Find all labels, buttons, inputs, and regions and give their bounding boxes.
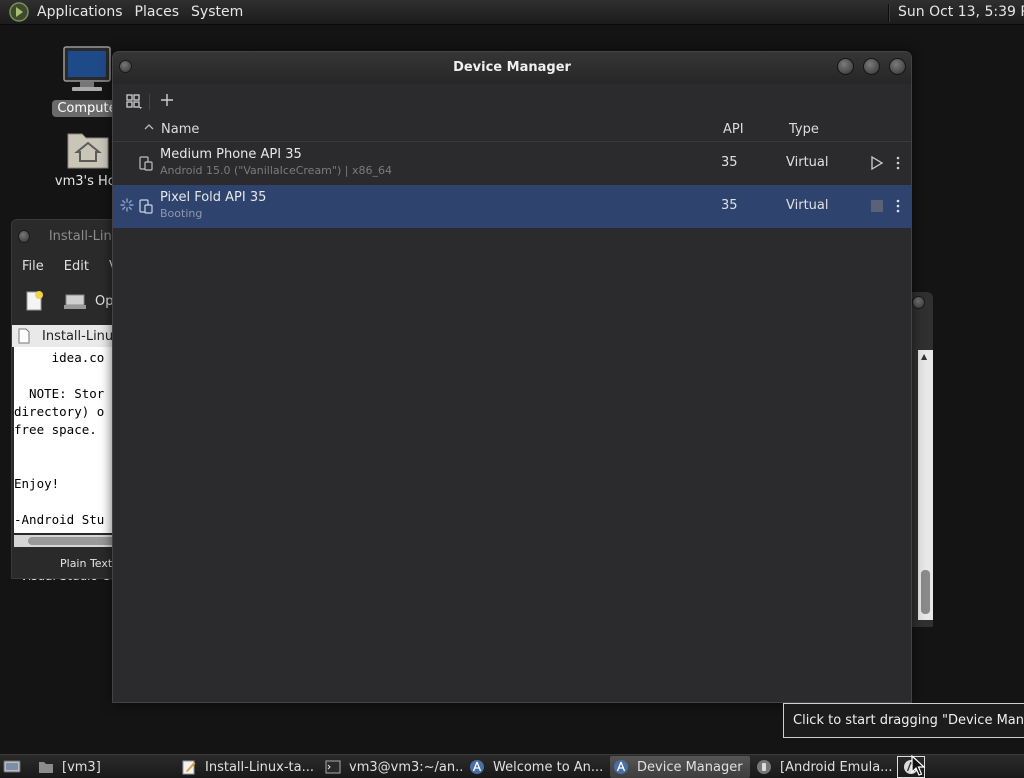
device-icon: [139, 199, 153, 214]
device-details: Android 15.0 ("VanillaIceCream") | x86_6…: [160, 164, 392, 177]
applications-menu[interactable]: Applications: [31, 0, 129, 25]
taskbar-label: Device Manager: [637, 759, 743, 775]
drag-tooltip: Click to start dragging "Device Manager": [783, 703, 1024, 738]
close-button[interactable]: [889, 58, 906, 75]
taskbar-label: [vm3]: [62, 759, 101, 775]
device-name: Pixel Fold API 35: [160, 190, 267, 205]
device-api: 35: [721, 198, 738, 213]
device-manager-window[interactable]: Device Manager Name API Type Medium Phon…: [112, 51, 912, 703]
document-icon: [18, 328, 30, 344]
device-row[interactable]: Medium Phone API 35 Android 15.0 ("Vanil…: [113, 142, 911, 185]
system-menu[interactable]: System: [185, 0, 249, 25]
taskbar-label: Install-Linux-ta...: [205, 759, 315, 775]
text-editor-window[interactable]: Install-Linu File Edit V Op Install-Linu…: [11, 219, 121, 579]
terminal-icon: [325, 760, 341, 774]
scrollbar-thumb[interactable]: [921, 570, 930, 614]
show-desktop-icon[interactable]: [3, 758, 21, 775]
device-table-header: Name API Type: [113, 117, 911, 142]
open-button-label[interactable]: Op: [95, 294, 113, 309]
scroll-up-arrow-icon[interactable]: ▲: [921, 352, 927, 361]
device-type: Virtual: [786, 155, 829, 170]
editor-document-tab[interactable]: Install-Linu: [12, 325, 120, 347]
editor-tab-label: Install-Linu: [42, 328, 114, 344]
clock[interactable]: Sun Oct 13, 5:39 PM: [898, 0, 1024, 25]
add-device-button[interactable]: [157, 89, 177, 111]
editor-title: Install-Linu: [48, 228, 120, 244]
editor-titlebar[interactable]: Install-Linu: [12, 220, 120, 252]
taskbar-item-text-editor[interactable]: Install-Linux-ta...: [181, 756, 319, 778]
home-folder-icon: [67, 133, 109, 169]
maximize-button[interactable]: [863, 58, 880, 75]
places-menu[interactable]: Places: [129, 0, 186, 25]
play-icon[interactable]: [870, 155, 884, 171]
distro-logo-icon[interactable]: [9, 2, 29, 22]
minimize-button[interactable]: [837, 58, 854, 75]
column-header-api[interactable]: API: [723, 122, 744, 137]
open-icon[interactable]: [63, 290, 87, 312]
mouse-cursor-icon: [911, 755, 926, 776]
device-grid-icon[interactable]: [124, 92, 144, 112]
android-studio-icon: [614, 760, 628, 774]
editor-statusbar: Plain Text: [12, 553, 120, 575]
editor-menubar: File Edit V: [12, 254, 120, 278]
editor-menu-edit[interactable]: Edit: [54, 259, 99, 274]
device-row-selected[interactable]: Pixel Fold API 35 Booting 35 Virtual: [113, 185, 911, 228]
more-options-icon[interactable]: [894, 153, 902, 173]
taskbar-label: [Android Emula...: [780, 759, 893, 775]
language-selector[interactable]: Plain Text: [60, 557, 112, 570]
editor-toolbar: Op: [12, 284, 120, 318]
android-studio-icon: [470, 760, 484, 774]
column-header-name[interactable]: Name: [161, 122, 199, 137]
taskbar-item-terminal[interactable]: vm3@vm3:~/an...: [325, 756, 463, 778]
computer-icon: [63, 46, 111, 91]
editor-horizontal-scrollbar[interactable]: [14, 535, 120, 547]
bottom-taskbar: [vm3] Install-Linux-ta... vm3@vm3:~/an..…: [0, 754, 1024, 778]
plus-icon: [161, 94, 173, 106]
taskbar-label: Welcome to An...: [493, 759, 604, 775]
folder-icon: [39, 762, 53, 773]
editor-text-area[interactable]: idea.co NOTE: Stor directory) o free spa…: [14, 347, 120, 533]
sort-ascending-icon[interactable]: [144, 123, 154, 131]
device-manager-titlebar[interactable]: Device Manager: [113, 52, 911, 84]
window-title: Device Manager: [453, 60, 571, 75]
emulator-icon: [757, 760, 771, 774]
panel-separator: [888, 4, 890, 22]
taskbar-label: vm3@vm3:~/an...: [349, 759, 463, 775]
taskbar-item-device-manager[interactable]: Device Manager: [610, 756, 750, 778]
window-menu-icon[interactable]: [119, 60, 132, 73]
device-api: 35: [721, 155, 738, 170]
vertical-scrollbar[interactable]: ▲: [918, 350, 933, 620]
scrollbar-thumb[interactable]: [28, 537, 118, 545]
toolbar-separator: [149, 94, 150, 110]
column-header-type[interactable]: Type: [789, 122, 819, 137]
text-editor-icon: [182, 760, 196, 775]
taskbar-item-files[interactable]: [vm3]: [38, 756, 168, 778]
device-name: Medium Phone API 35: [160, 147, 302, 162]
taskbar-item-emulator[interactable]: [Android Emula...: [756, 756, 894, 778]
top-panel: Applications Places System Sun Oct 13, 5…: [0, 0, 1024, 25]
device-manager-toolbar: [113, 85, 911, 117]
loading-spinner-icon: [120, 198, 134, 212]
stop-icon[interactable]: [870, 198, 884, 214]
device-status: Booting: [160, 207, 203, 220]
new-document-icon[interactable]: [23, 290, 45, 312]
device-type: Virtual: [786, 198, 829, 213]
editor-menu-file[interactable]: File: [12, 259, 54, 274]
taskbar-item-welcome[interactable]: Welcome to An...: [469, 756, 604, 778]
more-options-icon[interactable]: [894, 196, 902, 216]
window-button-icon[interactable]: [912, 296, 925, 309]
window-menu-icon[interactable]: [18, 229, 30, 243]
device-icon: [139, 156, 153, 171]
